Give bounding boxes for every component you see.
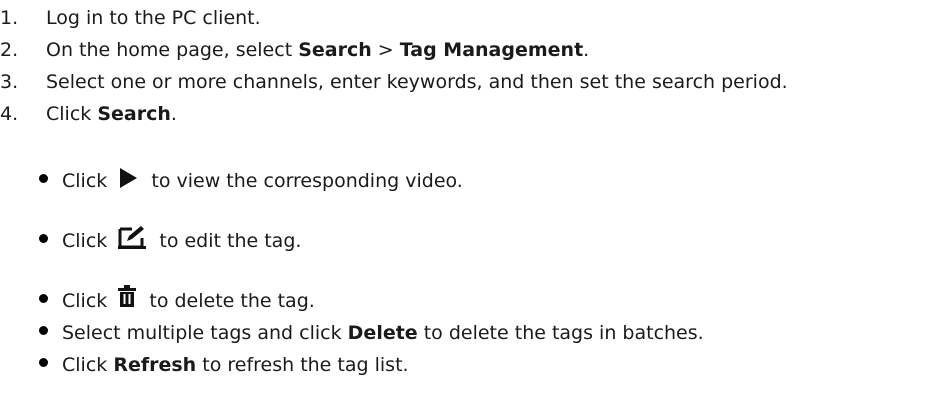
step-2: 2. On the home page, select Search > Tag …	[0, 34, 589, 66]
bullet-text: to delete the tag.	[143, 290, 315, 312]
bullet-text: to delete the tags in batches.	[417, 322, 704, 344]
bullet-play: Click to view the corresponding video.	[39, 164, 463, 198]
bullet-text: to view the corresponding video.	[145, 170, 463, 192]
button-label-refresh: Refresh	[113, 354, 197, 376]
bullet-text: Select multiple tags and click	[62, 322, 348, 344]
step-number: 2.	[0, 39, 19, 61]
step-1: 1. Log in to the PC client.	[0, 2, 261, 34]
button-label-search: Search	[97, 103, 171, 125]
bullet-text: Click	[62, 290, 114, 312]
bullet-refresh: Click Refresh to refresh the tag list.	[39, 348, 409, 382]
bullet-text: Click	[62, 354, 114, 376]
step-text: Select one or more channels, enter keywo…	[46, 71, 788, 93]
bullet-delete: Click to delete the tag.	[39, 284, 315, 318]
bullet-dot	[39, 234, 48, 243]
step-text: Click	[46, 103, 98, 125]
bullet-dot	[39, 174, 48, 183]
step-separator: >	[371, 39, 400, 61]
bullet-dot	[39, 326, 48, 335]
edit-icon	[117, 224, 147, 250]
bullet-text: to edit the tag.	[153, 230, 302, 252]
instruction-document: 1. Log in to the PC client. 2. On the home…	[0, 0, 944, 409]
step-4: 4. Click Search.	[0, 98, 177, 130]
step-3: 3. Select one or more channels, enter key…	[0, 66, 788, 98]
bullet-text: to refresh the tag list.	[196, 354, 409, 376]
bullet-text: Click	[62, 170, 114, 192]
step-number: 4.	[0, 103, 19, 125]
step-number: 1.	[0, 7, 19, 29]
step-text: Log in to the PC client.	[46, 7, 261, 29]
trash-icon	[117, 284, 137, 308]
play-icon	[117, 166, 139, 190]
bullet-dot	[39, 294, 48, 303]
bullet-edit: Click to edit the tag.	[39, 224, 301, 258]
step-text: On the home page, select	[46, 39, 299, 61]
button-label-delete: Delete	[347, 322, 418, 344]
bullet-text: Click	[62, 230, 114, 252]
bullet-dot	[39, 358, 48, 367]
menu-tag-management: Tag Management	[399, 39, 584, 61]
step-number: 3.	[0, 71, 19, 93]
bullet-batch-delete: Select multiple tags and click Delete to…	[39, 316, 704, 350]
step-end: .	[583, 39, 590, 61]
menu-search: Search	[298, 39, 372, 61]
step-end: .	[170, 103, 177, 125]
